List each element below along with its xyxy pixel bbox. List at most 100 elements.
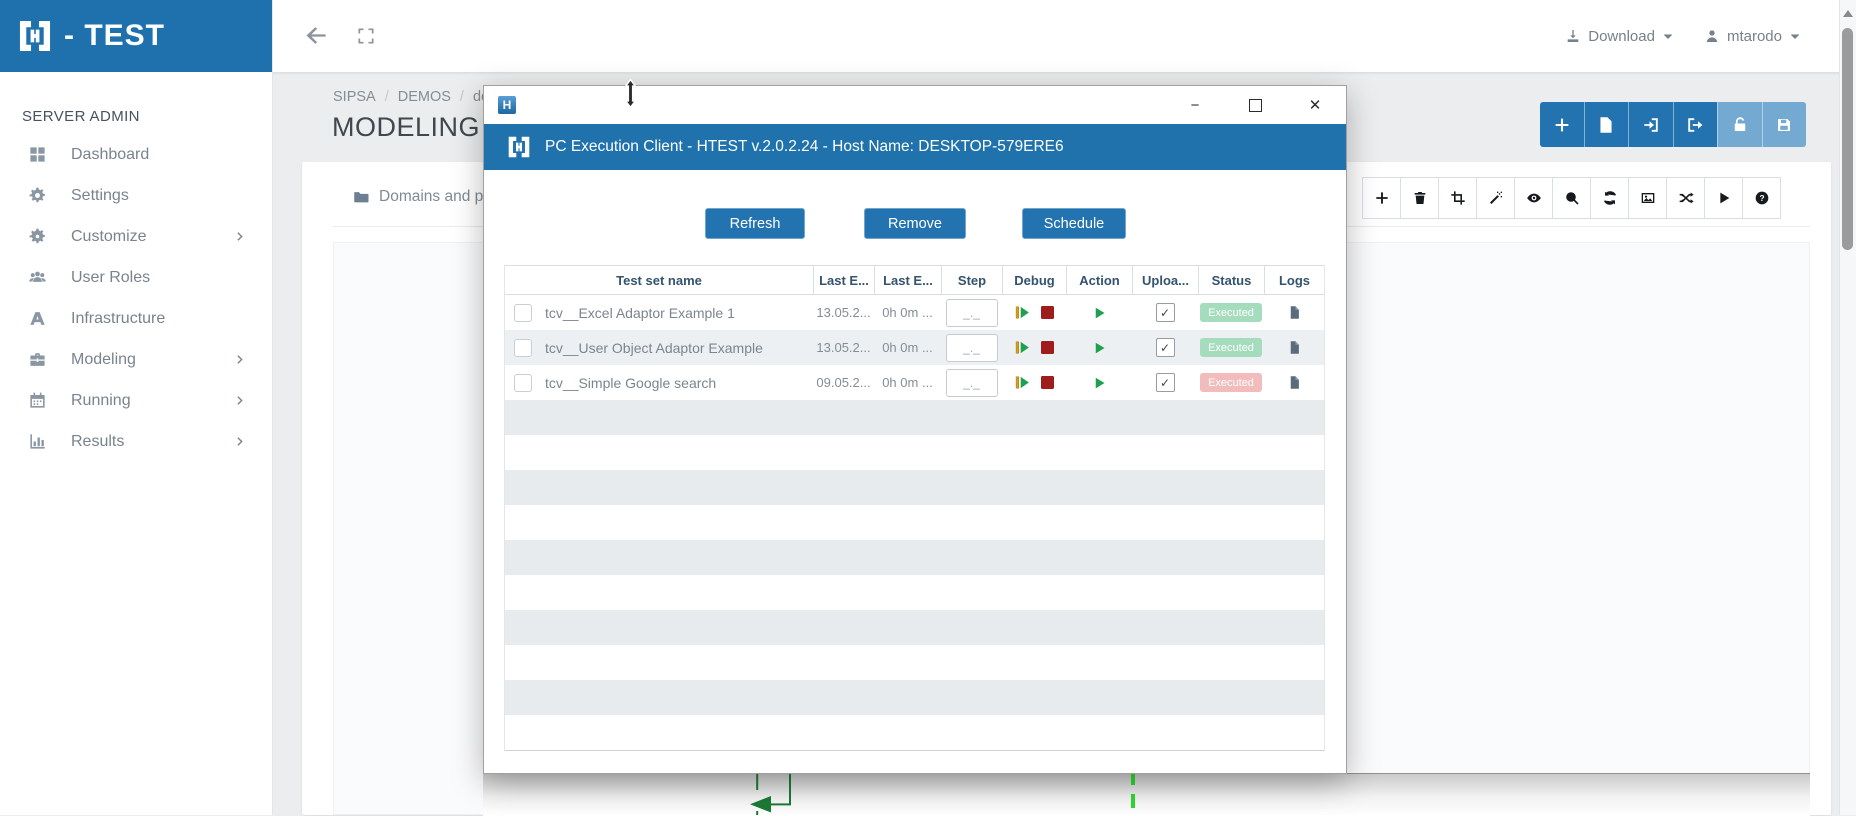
scrollbar-thumb[interactable]	[1842, 28, 1853, 250]
unlock-icon	[1731, 116, 1749, 134]
sidebar-item-dashboard[interactable]: Dashboard	[0, 134, 272, 175]
floppy-save-icon	[1775, 116, 1793, 134]
empty-row	[505, 505, 1324, 540]
export-file-button[interactable]: </>	[1584, 102, 1629, 147]
back-arrow-icon[interactable]	[302, 22, 329, 49]
breadcrumb-item[interactable]: DEMOS	[398, 89, 451, 105]
last-exec-duration: 0h 0m ...	[874, 365, 941, 400]
user-menu[interactable]: mtarodo	[1704, 28, 1801, 45]
gear-icon	[28, 186, 47, 205]
fullscreen-icon[interactable]	[356, 26, 376, 46]
plus-icon	[1553, 116, 1571, 134]
empty-row	[505, 400, 1324, 435]
debug-step-icon[interactable]	[1014, 304, 1031, 321]
unlock-button[interactable]	[1717, 102, 1762, 147]
sidebar-item-label: Results	[71, 433, 124, 451]
sidebar-item-customize[interactable]: Customize	[0, 216, 272, 257]
search-button[interactable]	[1552, 177, 1591, 219]
refresh-button[interactable]: Refresh	[705, 208, 805, 239]
column-header: Debug	[1002, 266, 1066, 294]
column-header: Status	[1198, 266, 1264, 294]
column-header: Action	[1066, 266, 1132, 294]
empty-row	[505, 540, 1324, 575]
maximize-button[interactable]	[1240, 92, 1270, 118]
download-icon	[1565, 28, 1581, 44]
logs-file-icon[interactable]	[1287, 338, 1302, 357]
run-play-icon[interactable]	[1092, 375, 1107, 391]
window-titlebar[interactable]: H − ✕	[484, 86, 1346, 124]
add-element-button[interactable]	[1362, 177, 1401, 219]
breadcrumb-item[interactable]: SIPSA	[333, 89, 376, 105]
diagram-connectors	[740, 770, 1160, 815]
search-icon	[1564, 190, 1580, 206]
breadcrumb-separator: /	[460, 89, 464, 105]
refresh-icon	[1602, 190, 1618, 206]
test-set-name: tcv__Excel Adaptor Example 1	[545, 305, 735, 321]
app-logo[interactable]: - TEST	[0, 0, 272, 72]
table-row: tcv__User Object Adaptor Example 13.05.2…	[505, 330, 1324, 365]
stop-icon[interactable]	[1041, 376, 1054, 389]
last-exec-date: 13.05.2...	[813, 330, 874, 365]
row-checkbox[interactable]	[514, 374, 532, 392]
debug-step-icon[interactable]	[1014, 374, 1031, 391]
model-actions-toolbar: </>	[1540, 102, 1806, 147]
scrollbar-up-arrow[interactable]	[1843, 10, 1853, 17]
help-button[interactable]: ?	[1742, 177, 1781, 219]
sidebar-item-running[interactable]: Running	[0, 380, 272, 421]
sidebar-item-results[interactable]: Results	[0, 421, 272, 462]
sidebar-item-settings[interactable]: Settings	[0, 175, 272, 216]
delete-button[interactable]	[1400, 177, 1439, 219]
stop-icon[interactable]	[1041, 341, 1054, 354]
step-input[interactable]	[946, 334, 998, 362]
run-button[interactable]	[1704, 177, 1743, 219]
folder-icon	[352, 188, 370, 206]
shuffle-button[interactable]	[1666, 177, 1705, 219]
sidebar-item-modeling[interactable]: Modeling	[0, 339, 272, 380]
chevron-right-icon	[233, 394, 246, 407]
run-play-icon[interactable]	[1092, 340, 1107, 356]
breadcrumb-separator: /	[385, 89, 389, 105]
upload-checkbox[interactable]: ✓	[1156, 373, 1175, 392]
logs-file-icon[interactable]	[1287, 373, 1302, 392]
app-logo-text: - TEST	[64, 19, 165, 53]
stop-icon[interactable]	[1041, 306, 1054, 319]
table-header: Test set name Last E... Last E... Step D…	[505, 265, 1324, 295]
play-icon	[1716, 190, 1732, 206]
minimize-button[interactable]: −	[1180, 92, 1210, 118]
upload-checkbox[interactable]: ✓	[1156, 338, 1175, 357]
sign-in-button[interactable]	[1628, 102, 1673, 147]
download-menu[interactable]: Download	[1565, 28, 1674, 45]
column-header: Test set name	[505, 266, 813, 294]
image-icon	[1640, 190, 1656, 206]
table-row: tcv__Excel Adaptor Example 1 13.05.2... …	[505, 295, 1324, 330]
brand-bracket-h-icon	[506, 134, 532, 160]
sign-out-button[interactable]	[1673, 102, 1718, 147]
add-button[interactable]	[1540, 102, 1584, 147]
magic-wand-button[interactable]	[1476, 177, 1515, 219]
save-button[interactable]	[1762, 102, 1807, 147]
sidebar-item-label: Infrastructure	[71, 310, 165, 328]
upload-checkbox[interactable]: ✓	[1156, 303, 1175, 322]
refresh-button[interactable]	[1590, 177, 1629, 219]
remove-button[interactable]: Remove	[864, 208, 966, 239]
sidebar-item-infrastructure[interactable]: Infrastructure	[0, 298, 272, 339]
step-input[interactable]	[946, 369, 998, 397]
step-input[interactable]	[946, 299, 998, 327]
maximize-glyph	[1249, 99, 1262, 112]
debug-step-icon[interactable]	[1014, 339, 1031, 356]
column-header: Step	[941, 266, 1002, 294]
chevron-right-icon	[233, 435, 246, 448]
page-scrollbar[interactable]	[1839, 0, 1856, 815]
sidebar-item-label: Modeling	[71, 351, 136, 369]
logs-file-icon[interactable]	[1287, 303, 1302, 322]
close-button[interactable]: ✕	[1300, 92, 1330, 118]
row-checkbox[interactable]	[514, 304, 532, 322]
run-play-icon[interactable]	[1092, 305, 1107, 321]
crop-button[interactable]	[1438, 177, 1477, 219]
schedule-button[interactable]: Schedule	[1022, 208, 1126, 239]
sidebar-item-user-roles[interactable]: User Roles	[0, 257, 272, 298]
empty-row	[505, 435, 1324, 470]
preview-button[interactable]	[1514, 177, 1553, 219]
row-checkbox[interactable]	[514, 339, 532, 357]
image-button[interactable]	[1628, 177, 1667, 219]
